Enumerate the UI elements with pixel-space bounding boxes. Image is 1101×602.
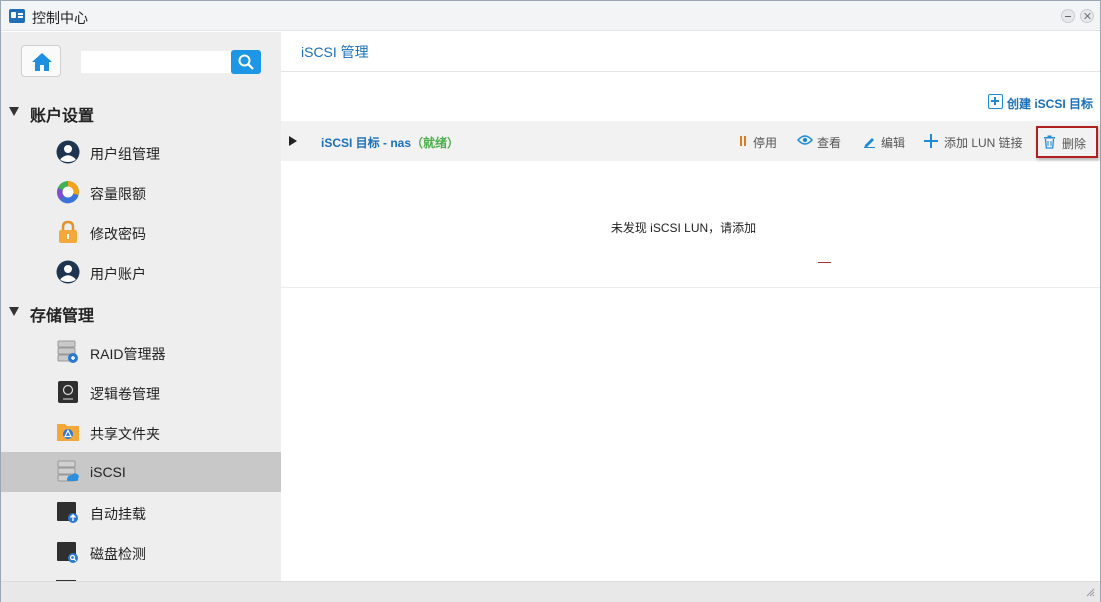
- section-account-settings[interactable]: 账户设置: [1, 97, 281, 127]
- eye-icon: [797, 135, 813, 145]
- status-bar: [1, 581, 1100, 602]
- sidebar-item-iscsi[interactable]: iSCSI: [1, 452, 281, 492]
- section-label: 账户设置: [30, 108, 95, 125]
- lock-icon: [59, 220, 77, 243]
- search-button[interactable]: [231, 50, 261, 74]
- control-panel-icon: [9, 9, 25, 23]
- sidebar-item-label: 用户账户: [90, 266, 146, 282]
- sidebar-item-automount[interactable]: 自动挂载: [1, 492, 281, 532]
- status-badge: （就绪）: [411, 136, 460, 150]
- sidebar-item-user-account[interactable]: 用户账户: [1, 252, 281, 292]
- title-bar: 控制中心: [1, 1, 1100, 31]
- sidebar-item-label: RAID管理器: [90, 346, 166, 362]
- home-icon: [32, 53, 52, 71]
- iscsi-target-row[interactable]: iSCSI 目标 - nas（就绪） 停用 查看 编辑 添加 LUN 链接 删除: [281, 121, 1100, 161]
- delete-button[interactable]: 删除: [1036, 126, 1098, 158]
- disk-check-icon: [57, 542, 78, 563]
- sidebar-item-label: 共享文件夹: [90, 426, 160, 442]
- section-label: 存储管理: [30, 308, 95, 325]
- search-icon: [238, 54, 254, 70]
- sidebar-item-quota[interactable]: 容量限额: [1, 172, 281, 212]
- pause-icon: [740, 136, 742, 146]
- sidebar-item-partial: [1, 572, 281, 581]
- target-name: iSCSI 目标 - nas（就绪）: [321, 136, 460, 150]
- sidebar-item-lvm[interactable]: 逻辑卷管理: [1, 372, 281, 412]
- user-group-icon: [56, 140, 80, 164]
- cursor-mark: [818, 262, 831, 263]
- pencil-icon: [864, 138, 875, 148]
- main-header: iSCSI 管理: [281, 32, 1100, 72]
- plus-icon: [924, 134, 938, 148]
- sidebar-item-raid[interactable]: RAID管理器: [1, 332, 281, 372]
- sidebar-item-label: 自动挂载: [90, 506, 146, 522]
- sidebar-item-label: 磁盘检测: [90, 546, 146, 562]
- sidebar-item-label: iSCSI: [90, 464, 126, 480]
- user-account-icon: [56, 260, 80, 284]
- sidebar: 账户设置 用户组管理 容量限额 修改密码 用户账户 存储管理 RAID管理器 逻…: [1, 32, 281, 581]
- iscsi-icon: [57, 460, 79, 482]
- page-title: iSCSI 管理: [301, 44, 369, 60]
- sidebar-item-shared-folder[interactable]: 共享文件夹: [1, 412, 281, 452]
- sidebar-item-label: 逻辑卷管理: [90, 386, 160, 402]
- sidebar-item-label: 修改密码: [90, 226, 146, 242]
- expand-arrow-icon[interactable]: [289, 136, 297, 146]
- sidebar-item-label: 容量限额: [90, 186, 146, 202]
- resize-grip-icon[interactable]: [1085, 587, 1095, 597]
- main-panel: iSCSI 管理 创建 iSCSI 目标 iSCSI 目标 - nas（就绪） …: [281, 32, 1100, 581]
- trash-icon: [1044, 135, 1055, 149]
- quota-pie-icon: [57, 181, 79, 204]
- sidebar-item-change-password[interactable]: 修改密码: [1, 212, 281, 252]
- minimize-button[interactable]: [1061, 9, 1075, 23]
- lvm-icon: [58, 381, 78, 403]
- automount-icon: [57, 502, 78, 523]
- raid-icon: [57, 340, 78, 363]
- shared-folder-icon: [57, 424, 79, 441]
- sidebar-item-user-groups[interactable]: 用户组管理: [1, 132, 281, 172]
- control-center-window: 控制中心 账户设置 用户组管理 容量限额 修改密码 用户账户 存储管理 RAID…: [0, 0, 1101, 602]
- search-input[interactable]: [81, 51, 231, 73]
- empty-message: 未发现 iSCSI LUN，请添加: [610, 221, 757, 235]
- lun-list-area: 未发现 iSCSI LUN，请添加: [281, 161, 1100, 288]
- sidebar-item-disk-check[interactable]: 磁盘检测: [1, 532, 281, 572]
- section-storage-management[interactable]: 存储管理: [1, 297, 281, 327]
- create-label: 创建 iSCSI 目标: [1007, 97, 1094, 111]
- close-button[interactable]: [1080, 9, 1094, 23]
- section-collapse-icon: [9, 107, 19, 116]
- sidebar-item-label: 用户组管理: [90, 146, 160, 162]
- home-button[interactable]: [21, 45, 61, 77]
- window-title: 控制中心: [32, 10, 88, 26]
- section-collapse-icon: [9, 307, 19, 316]
- add-box-icon: [988, 94, 1003, 109]
